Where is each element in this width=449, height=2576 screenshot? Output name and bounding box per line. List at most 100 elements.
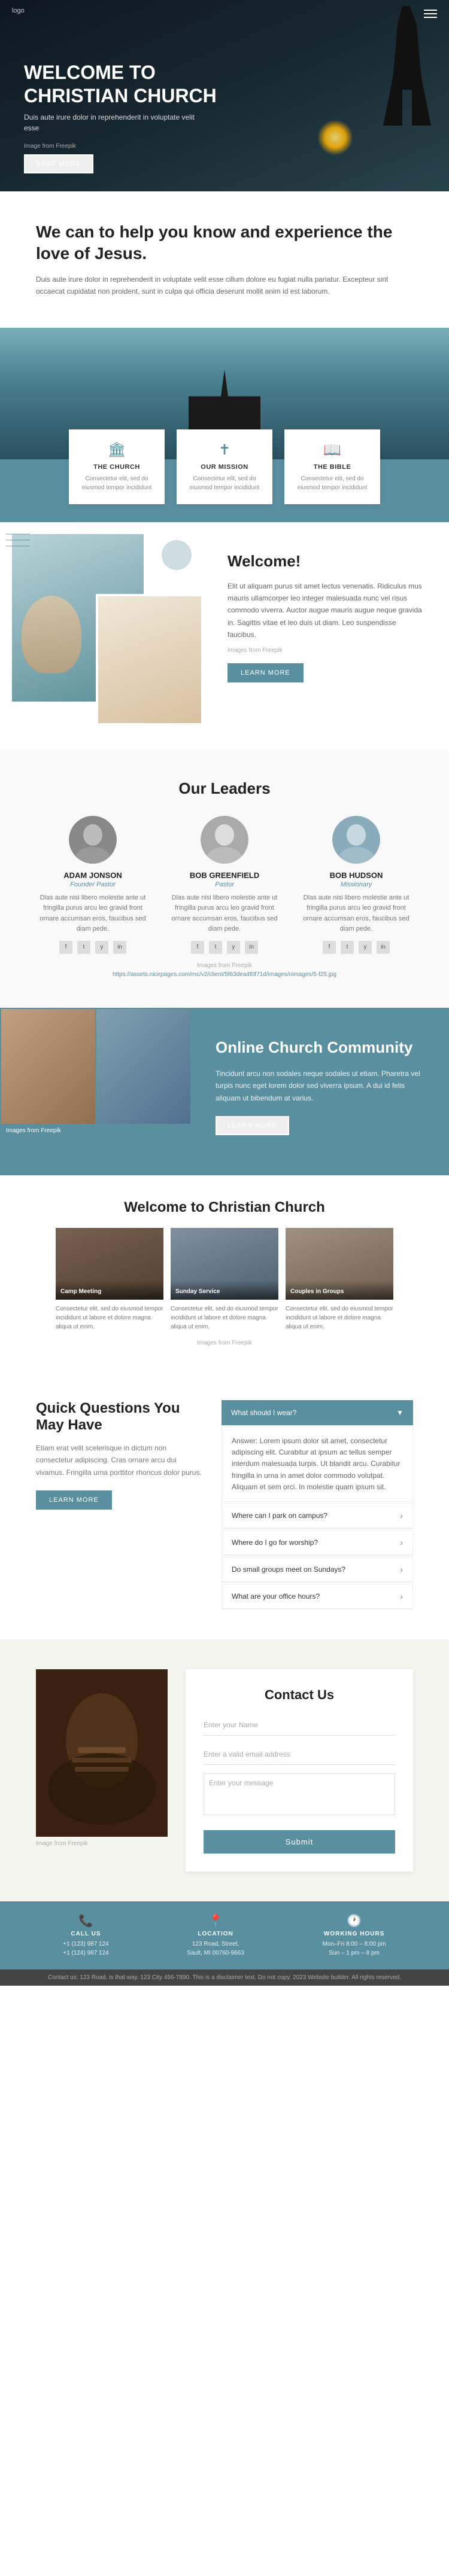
help-heading: We can to help you know and experience t… — [36, 221, 413, 265]
linkedin-icon[interactable]: in — [113, 941, 126, 954]
linkedin-icon[interactable]: in — [245, 941, 258, 954]
accordion-question-2[interactable]: Do small groups meet on Sundays? › — [222, 1557, 413, 1582]
community-learn-more-button[interactable]: LEARN MORE — [216, 1116, 289, 1135]
features-section: 🏛 THE CHURCH Consectetur elit, sed do ei… — [0, 328, 449, 522]
leaders-section: Our Leaders ADAM JONSON Founder Pastor D… — [0, 749, 449, 1008]
welcome-images-wrap — [0, 522, 204, 749]
community-body: Tincidunt arcu non sodales neque sodales… — [216, 1068, 425, 1104]
logo: logo — [12, 7, 25, 14]
gallery-label-2: Couples in Groups — [290, 1288, 344, 1295]
hero-read-more-button[interactable]: READ MORE — [24, 154, 93, 173]
location-icon: 📍 — [187, 1913, 244, 1928]
footer-location-value: 123 Road, Street,Sault, MI 00760-9663 — [187, 1940, 244, 1958]
welcome-image-credit: Images from Freepik — [227, 647, 425, 654]
featured-question-box[interactable]: What should I wear? ▼ — [222, 1400, 413, 1425]
feature-title-2: THE BIBLE — [293, 464, 371, 471]
welcome-content: Welcome! Elit ut aliquam purus sit amet … — [204, 522, 449, 749]
hero-subtitle: Duis aute irure dolor in reprehenderit i… — [24, 112, 204, 133]
community-image-2 — [96, 1009, 190, 1124]
community-image-1 — [1, 1009, 95, 1124]
gallery-row: Camp Meeting Consectetur elit, sed do ei… — [36, 1228, 413, 1331]
pray-face-detail — [22, 596, 81, 673]
gallery-item-2: Couples in Groups Consectetur elit, sed … — [286, 1228, 393, 1331]
twitter-icon[interactable]: t — [341, 941, 354, 954]
footer-hours-label: WORKING HOURS — [323, 1931, 386, 1937]
linkedin-icon[interactable]: in — [377, 941, 390, 954]
leader-name-0: ADAM JONSON — [39, 871, 147, 880]
questions-right: What should I wear? ▼ Answer: Lorem ipsu… — [222, 1400, 413, 1609]
footer-location-label: LOCATION — [187, 1931, 244, 1937]
bible-icon: 📖 — [293, 441, 371, 459]
accordion-q-text-2: Do small groups meet on Sundays? — [232, 1565, 345, 1574]
leader-card-1: BOB GREENFIELD Pastor Dlas aute nisi lib… — [171, 816, 278, 954]
accordion-question-3[interactable]: What are your office hours? › — [222, 1584, 413, 1609]
gallery-image-1: Sunday Service — [171, 1228, 278, 1300]
featured-question-text: What should I wear? — [231, 1409, 296, 1417]
accent-circle — [162, 540, 192, 570]
gallery-heading: Welcome to Christian Church — [36, 1199, 413, 1216]
feature-title-0: THE CHURCH — [78, 464, 156, 471]
leader-avatar-0 — [69, 816, 117, 864]
community-content: Online Church Community Tincidunt arcu n… — [192, 1008, 449, 1175]
community-images: Images from Freepik — [0, 1008, 192, 1175]
facebook-icon[interactable]: f — [59, 941, 72, 954]
facebook-icon[interactable]: f — [191, 941, 204, 954]
footer-call-label: CALL US — [63, 1931, 108, 1937]
accordion-chevron-0: › — [400, 1511, 403, 1520]
footer-call: 📞 CALL US +1 (123) 987 124+1 (124) 987 1… — [63, 1913, 108, 1958]
name-input[interactable] — [204, 1715, 395, 1736]
submit-button[interactable]: Submit — [204, 1830, 395, 1853]
hero-sun-decoration — [317, 120, 353, 156]
cross-icon: ✝ — [186, 441, 263, 459]
accordion-item-1: Where do I go for worship? › — [222, 1530, 413, 1556]
gallery-img-overlay-2: Couples in Groups — [286, 1281, 393, 1300]
leader-bio-1: Dlas aute nisi libero molestie ante ut f… — [171, 893, 278, 935]
phone-icon: 📞 — [63, 1913, 108, 1928]
twitter-icon[interactable]: t — [209, 941, 222, 954]
accordion-chevron-2: › — [400, 1565, 403, 1574]
leader-name-2: BOB HUDSON — [302, 871, 410, 880]
leader-social-2: f t y in — [302, 941, 410, 954]
hero-title: WELCOME TOCHRISTIAN CHURCH — [24, 61, 217, 107]
feature-desc-1: Consectetur elit, sed do eiusmod tempor … — [186, 474, 263, 492]
accordion-q-text-3: What are your office hours? — [232, 1592, 320, 1601]
footer-bar: 📞 CALL US +1 (123) 987 124+1 (124) 987 1… — [0, 1901, 449, 1970]
leader-role-1: Pastor — [171, 881, 278, 888]
community-heading: Online Church Community — [216, 1038, 425, 1058]
pray-image-2 — [96, 594, 204, 725]
community-section: Images from Freepik Online Church Commun… — [0, 1008, 449, 1175]
youtube-icon[interactable]: y — [95, 941, 108, 954]
youtube-icon[interactable]: y — [359, 941, 372, 954]
twitter-icon[interactable]: t — [77, 941, 90, 954]
contact-image-credit: Image from Freepik — [36, 1840, 168, 1847]
accordion-item-3: What are your office hours? › — [222, 1584, 413, 1609]
accordion-question-0[interactable]: Where can I park on campus? › — [222, 1503, 413, 1528]
featured-answer: Answer: Lorem ipsum dolor sit amet, cons… — [222, 1426, 413, 1502]
email-input[interactable] — [204, 1744, 395, 1765]
welcome-section: Welcome! Elit ut aliquam purus sit amet … — [0, 522, 449, 749]
accordion-q-text-0: Where can I park on campus? — [232, 1511, 327, 1520]
leaders-image-url: https://assets.nicepages.com/mc/v2/clien… — [36, 971, 413, 978]
questions-body: Etiam erat velit scelerisque in dictum n… — [36, 1442, 204, 1478]
feature-desc-0: Consectetur elit, sed do eiusmod tempor … — [78, 474, 156, 492]
youtube-icon[interactable]: y — [227, 941, 240, 954]
contact-form: Contact Us Submit — [186, 1669, 413, 1871]
questions-learn-more-button[interactable]: LEARN MORE — [36, 1490, 112, 1510]
accordion-item-0: Where can I park on campus? › — [222, 1503, 413, 1529]
accordion-chevron-3: › — [400, 1592, 403, 1601]
welcome-learn-more-button[interactable]: LEARN MORE — [227, 663, 304, 682]
hero-section: logo WELCOME TOCHRISTIAN CHURCH Duis aut… — [0, 0, 449, 191]
leaders-row: ADAM JONSON Founder Pastor Dlas aute nis… — [36, 816, 413, 954]
leader-social-1: f t y in — [171, 941, 278, 954]
leader-avatar-2 — [332, 816, 380, 864]
gallery-image-2: Couples in Groups — [286, 1228, 393, 1300]
contact-section: Image from Freepik Contact Us Submit — [0, 1639, 449, 1901]
accordion-question-1[interactable]: Where do I go for worship? › — [222, 1530, 413, 1555]
gallery-image-credit: Images from Freepik — [36, 1340, 413, 1346]
leader-avatar-1 — [201, 816, 248, 864]
leader-bio-2: Dlas aute nisi libero molestie ante ut f… — [302, 893, 410, 935]
menu-icon[interactable] — [424, 7, 437, 20]
facebook-icon[interactable]: f — [323, 941, 336, 954]
message-input[interactable] — [204, 1773, 395, 1815]
questions-left: Quick Questions You May Have Etiam erat … — [36, 1400, 204, 1609]
